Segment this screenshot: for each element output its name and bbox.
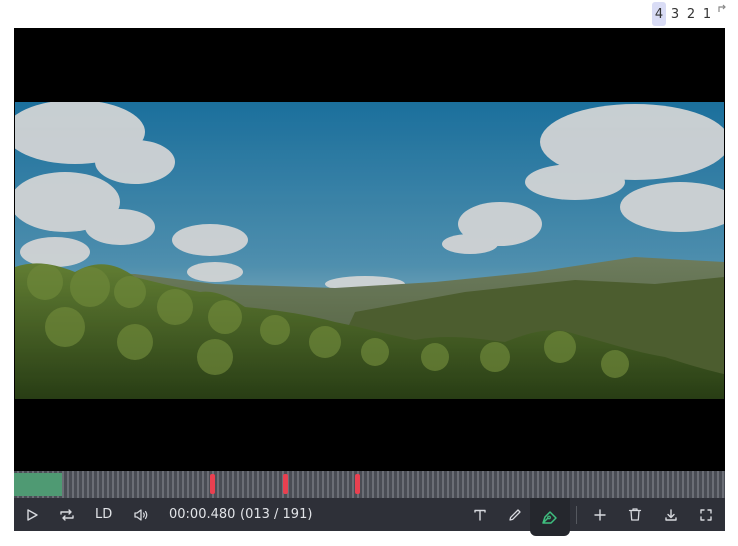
page-2-button[interactable]: 2 [684,2,698,26]
timeline-scrubber[interactable] [14,471,725,498]
frame-counter: (013 / 191) [240,507,313,522]
quality-toggle[interactable]: LD [95,498,112,531]
keyframe-marker[interactable] [210,474,215,494]
text-tool-icon[interactable] [469,498,491,531]
video-frame[interactable] [15,102,724,399]
pagination: 4 3 2 1 [652,2,728,26]
page-4-button[interactable]: 4 [652,2,666,26]
current-time: 00:00.480 [169,507,236,522]
play-icon[interactable] [22,498,42,531]
volume-icon[interactable] [130,498,152,531]
trash-icon[interactable] [624,498,646,531]
timeline-played-region [14,473,62,496]
player-controls-bar: LD 00:00.480 (013 / 191) [14,498,725,536]
keyframe-marker[interactable] [283,474,288,494]
video-player: LD 00:00.480 (013 / 191) [14,28,725,536]
toolbar-divider [576,506,577,524]
page-3-button[interactable]: 3 [668,2,682,26]
pen-tool-icon[interactable] [530,498,570,536]
pencil-icon[interactable] [504,498,526,531]
timeline-frame-ticks [14,471,725,498]
download-icon[interactable] [660,498,682,531]
page-1-button[interactable]: 1 [700,2,714,26]
keyframe-marker[interactable] [355,474,360,494]
add-icon[interactable] [589,498,611,531]
corner-up-arrow-icon[interactable] [716,1,728,27]
loop-icon[interactable] [56,498,78,531]
fullscreen-icon[interactable] [695,498,717,531]
